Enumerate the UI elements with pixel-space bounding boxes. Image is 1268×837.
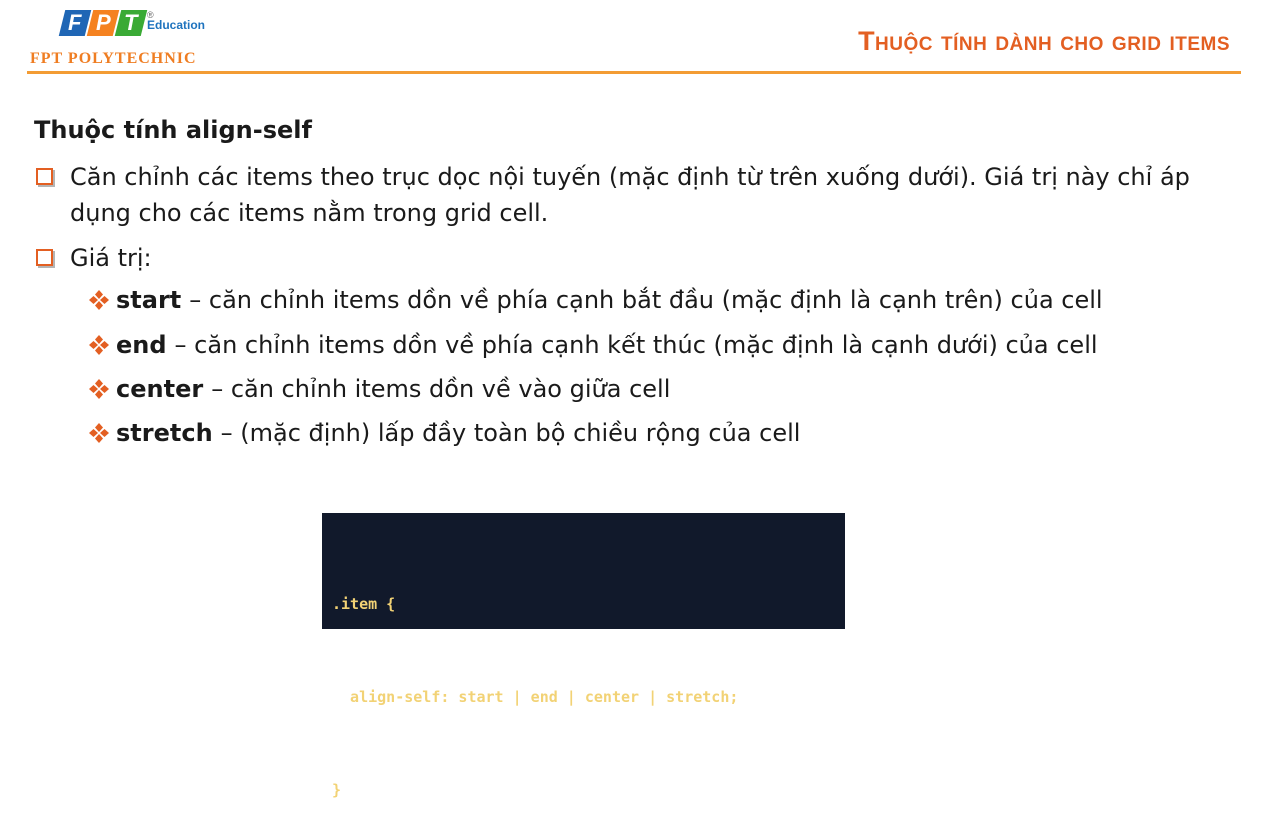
code-line: align-self: start | end | center | stret… xyxy=(332,688,739,706)
logo-letter-p: P xyxy=(86,10,120,36)
logo-letter-t: T xyxy=(114,10,148,36)
education-label: Education xyxy=(147,18,206,32)
diamond-bullet-icon xyxy=(89,290,109,310)
value-description: – (mặc định) lấp đầy toàn bộ chiều rộng … xyxy=(220,419,801,447)
values-label: Giá trị: xyxy=(70,244,152,272)
code-line: } xyxy=(332,781,342,799)
value-description: – căn chỉnh items dồn về phía cạnh kết t… xyxy=(174,331,1098,359)
diamond-bullet-icon xyxy=(89,335,109,355)
logo-letter-f: F xyxy=(58,10,92,36)
value-name: start xyxy=(116,286,182,314)
section-heading: Thuộc tính align-self xyxy=(34,116,312,144)
diamond-bullet-icon xyxy=(89,379,109,399)
polytechnic-label: FPT POLYTECHNIC xyxy=(30,50,197,67)
fpt-logo-blocks: F P T xyxy=(58,10,148,36)
value-description: – căn chỉnh items dồn về vào giữa cell xyxy=(211,375,671,403)
code-snippet: .item { align-self: start | end | center… xyxy=(322,513,845,799)
value-item-start: start – căn chỉnh items dồn về phía cạnh… xyxy=(88,286,1103,314)
value-name: end xyxy=(116,331,167,359)
header-divider xyxy=(27,71,1241,74)
diamond-bullet-icon xyxy=(89,423,109,443)
code-line: .item { xyxy=(332,595,396,613)
slide-title: Thuộc tính dành cho grid items xyxy=(858,26,1230,56)
description-paragraph: Căn chỉnh các items theo trục dọc nội tu… xyxy=(70,163,1190,227)
value-item-center: center – căn chỉnh items dồn về vào giữa… xyxy=(88,375,670,403)
square-bullet-icon xyxy=(36,168,53,185)
square-bullet-icon xyxy=(36,249,53,266)
value-description: – căn chỉnh items dồn về phía cạnh bắt đ… xyxy=(189,286,1103,314)
fpt-polytechnic-logo: F P T ® Education FPT POLYTECHNIC xyxy=(30,6,280,68)
value-name: center xyxy=(116,375,204,403)
value-name: stretch xyxy=(116,419,213,447)
value-item-end: end – căn chỉnh items dồn về phía cạnh k… xyxy=(88,331,1098,359)
value-item-stretch: stretch – (mặc định) lấp đầy toàn bộ chi… xyxy=(88,419,800,447)
